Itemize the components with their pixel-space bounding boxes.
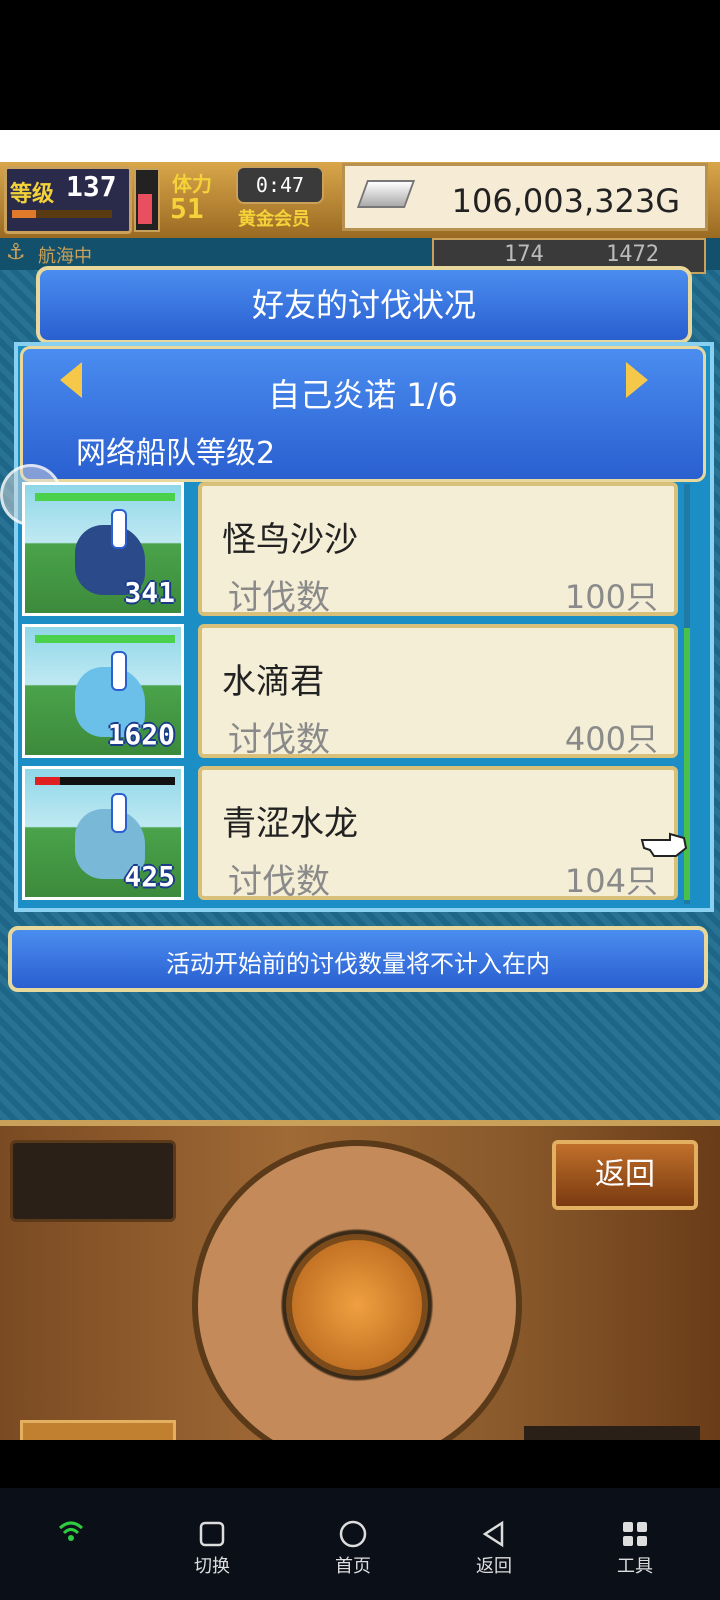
square-icon bbox=[199, 1521, 225, 1547]
window-strip bbox=[0, 130, 720, 162]
dialog-title: 好友的讨伐状况 bbox=[251, 286, 476, 324]
wifi-icon bbox=[58, 1521, 84, 1541]
monster-hp-bar bbox=[35, 493, 175, 501]
monster-name: 水滴君 bbox=[222, 662, 324, 702]
mini-screen bbox=[10, 1140, 176, 1222]
status-bar bbox=[0, 0, 720, 130]
monster-level: 425 bbox=[124, 860, 175, 893]
nav-back-button[interactable]: 返回 bbox=[454, 1520, 534, 1578]
triangle-back-icon bbox=[482, 1520, 504, 1548]
stamina-value: 51 bbox=[170, 192, 204, 225]
monster-row[interactable]: 341 怪鸟沙沙 讨伐数 100只 bbox=[22, 482, 678, 618]
monster-name: 青涩水龙 bbox=[222, 804, 358, 844]
membership-badge: 黄金会员 bbox=[238, 209, 310, 230]
hp-gauge-fill bbox=[138, 194, 152, 224]
circle-icon bbox=[339, 1520, 367, 1548]
nav-switch-button[interactable]: 切换 bbox=[172, 1520, 252, 1578]
monster-thumbnail: 341 bbox=[22, 482, 184, 616]
monster-name: 怪鸟沙沙 bbox=[222, 520, 358, 560]
kill-count-value: 100只 bbox=[564, 578, 658, 616]
notice-text: 活动开始前的讨伐数量将不计入在内 bbox=[166, 950, 550, 978]
nav-switch-label: 切换 bbox=[194, 1556, 230, 1577]
dpad-center-button[interactable] bbox=[286, 1234, 428, 1376]
grid-icon bbox=[623, 1522, 647, 1546]
gold-value: 106,003,323G bbox=[451, 182, 680, 220]
kill-count-value: 400只 bbox=[564, 720, 658, 758]
exclamation-icon bbox=[111, 651, 127, 691]
scrollbar-thumb[interactable] bbox=[684, 628, 690, 900]
gold-bar-icon bbox=[356, 180, 416, 208]
friend-name: 自己炎诺 1/6 bbox=[268, 376, 458, 414]
monster-row[interactable]: 1620 水滴君 讨伐数 400只 bbox=[22, 624, 678, 760]
monster-card[interactable]: 水滴君 讨伐数 400只 bbox=[198, 624, 678, 760]
monster-level: 1620 bbox=[107, 718, 175, 751]
level-progress-bar bbox=[12, 210, 112, 218]
fleet-level: 网络船队等级2 bbox=[76, 436, 276, 471]
nav-home-label: 首页 bbox=[335, 1556, 371, 1577]
nav-home-button[interactable]: 首页 bbox=[313, 1520, 393, 1578]
sailing-status: 航海中 bbox=[38, 246, 92, 267]
kill-count-value: 104只 bbox=[564, 862, 658, 900]
nav-tools-button[interactable]: 工具 bbox=[595, 1520, 675, 1578]
monster-level: 341 bbox=[124, 576, 175, 609]
monster-hp-bar bbox=[35, 635, 175, 643]
level-label: 等级 bbox=[10, 182, 55, 207]
monster-thumbnail: 425 bbox=[22, 766, 184, 900]
monster-card[interactable]: 怪鸟沙沙 讨伐数 100只 bbox=[198, 482, 678, 618]
monster-thumbnail: 1620 bbox=[22, 624, 184, 758]
resource-a: 174 bbox=[504, 242, 544, 267]
resource-b: 1472 bbox=[606, 242, 659, 267]
monster-hp-bar bbox=[35, 777, 175, 785]
exclamation-icon bbox=[111, 509, 127, 549]
nav-tools-label: 工具 bbox=[617, 1556, 653, 1577]
level-value: 137 bbox=[66, 170, 117, 203]
kill-count-label: 讨伐数 bbox=[228, 720, 330, 760]
nav-back-label: 返回 bbox=[476, 1556, 512, 1577]
monster-row[interactable]: 425 青涩水龙 讨伐数 104只 bbox=[22, 766, 678, 902]
stamina-timer: 0:47 bbox=[236, 166, 324, 204]
anchor-icon: ⚓ bbox=[6, 240, 26, 265]
kill-count-label: 讨伐数 bbox=[228, 862, 330, 902]
game-clock bbox=[524, 1426, 700, 1440]
exclamation-icon bbox=[111, 793, 127, 833]
hand-pointer-icon bbox=[640, 832, 688, 857]
kill-count-label: 讨伐数 bbox=[228, 578, 330, 618]
game-back-button[interactable]: 返回 bbox=[552, 1140, 698, 1210]
monster-card[interactable]: 青涩水龙 讨伐数 104只 bbox=[198, 766, 678, 902]
